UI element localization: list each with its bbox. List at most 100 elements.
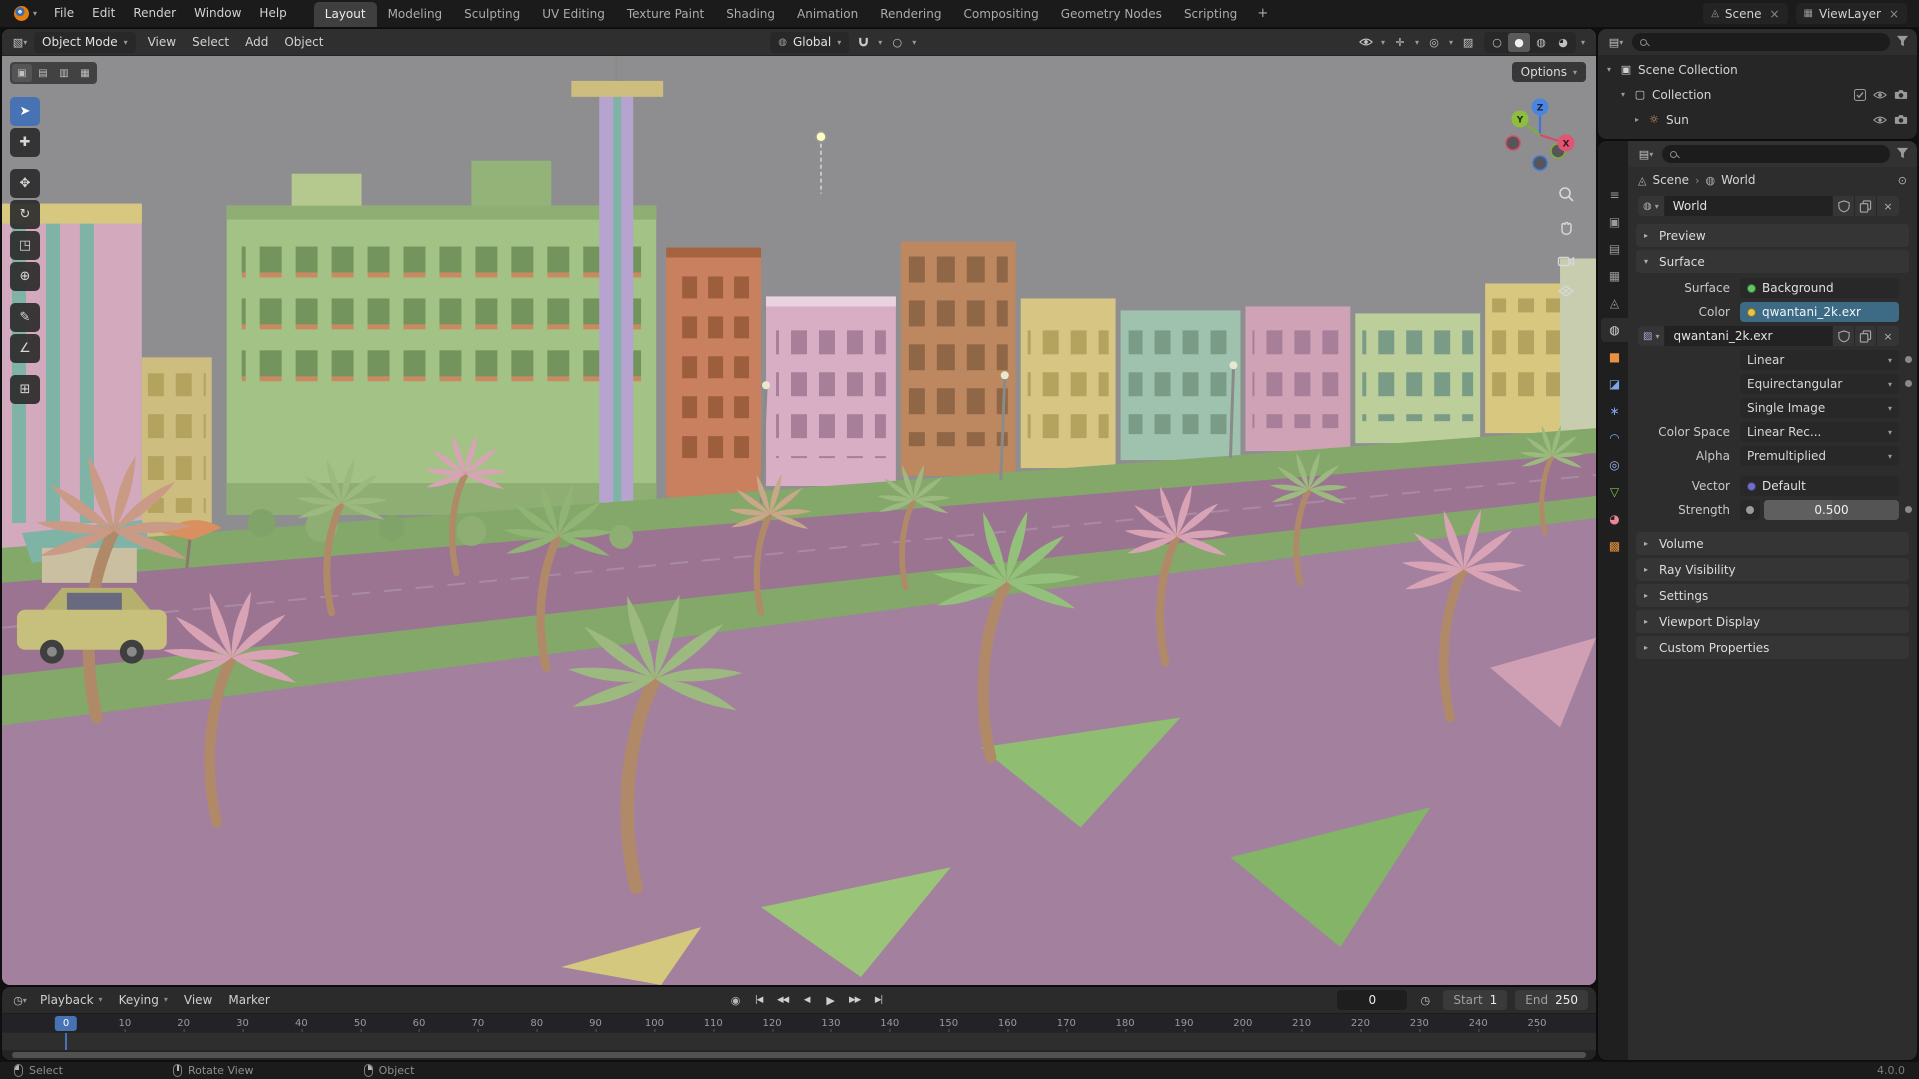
properties-tab-view-layer[interactable]: ▦ [1601,264,1628,288]
vector-input-button[interactable]: Default [1740,476,1899,496]
image-name-field[interactable]: qwantani_2k.exr [1665,326,1833,346]
workspace-tab-shading[interactable]: Shading [715,2,786,27]
current-frame-field[interactable]: 0 [1337,990,1408,1010]
gizmos-toggle-icon[interactable]: ✛ [1390,32,1410,53]
outliner-row-scene-collection[interactable]: ▾ ▣ Scene Collection [1598,57,1917,82]
copy-datablock-icon[interactable] [1855,196,1877,216]
properties-tab-world[interactable]: ◍ [1601,318,1628,342]
properties-tab-material[interactable]: ◕ [1601,507,1628,531]
properties-search-input[interactable] [1683,148,1882,160]
mode-dropdown[interactable]: Object Mode ▾ [34,31,136,53]
select-extend-button[interactable]: ▤ [33,64,53,82]
workspace-tab-modeling[interactable]: Modeling [377,2,454,27]
outliner-row-sun[interactable]: ▸ ☼ Sun [1598,107,1917,132]
unlink-scene-icon[interactable]: × [1767,7,1779,21]
outliner-search-input[interactable] [1653,36,1882,48]
viewlayer-selector[interactable]: ▦ ViewLayer × [1795,3,1907,24]
viewport-menu-view[interactable]: View [140,29,184,56]
breadcrumb-scene[interactable]: Scene [1652,173,1689,187]
shading-wireframe-button[interactable]: ○ [1486,33,1508,52]
workspace-tab-sculpting[interactable]: Sculpting [453,2,531,27]
viewport-menu-select[interactable]: Select [184,29,237,56]
animate-decorator-icon[interactable] [1905,506,1912,513]
remove-viewlayer-icon[interactable]: × [1887,7,1899,21]
fake-user-shield-icon[interactable] [1833,326,1855,346]
shading-dropdown[interactable]: ▾ [1578,32,1588,53]
overlays-toggle-icon[interactable]: ◎ [1424,32,1444,53]
workspace-tab-animation[interactable]: Animation [786,2,869,27]
interpolation-dropdown[interactable]: Linear ▾ [1740,350,1899,370]
outliner-row-collection[interactable]: ▾ ▢ Collection [1598,82,1917,107]
auto-keying-toggle[interactable]: ◉ [726,990,746,1010]
viewport-menu-add[interactable]: Add [237,29,276,56]
transport-play-reverse[interactable]: ◀ [796,990,818,1010]
timeline-ruler[interactable]: 0 10 20 30 40 50 60 70 80 90 100 110 120 130 140 150 16… [2,1013,1596,1032]
snap-magnet-icon[interactable] [853,32,873,53]
browse-world-button[interactable]: ◍ ▾ [1638,196,1665,216]
workspace-tab-compositing[interactable]: Compositing [952,2,1049,27]
eye-icon[interactable] [1873,90,1887,100]
properties-tab-constraints[interactable]: ◎ [1601,453,1628,477]
add-workspace-button[interactable]: + [1248,6,1277,21]
transport-next-keyframe[interactable]: ▶▶ [844,990,866,1010]
panel-header-custom-properties[interactable]: ▸ Custom Properties [1636,636,1909,659]
tool-add-cube[interactable]: ⊞ [10,375,40,404]
properties-tab-physics[interactable]: ◠ [1601,426,1628,450]
3d-viewport[interactable]: ▧ ▾ Object Mode ▾ View Select Add Object ◍ Gl… [1,28,1597,986]
proportional-editing-icon[interactable]: ○ [887,32,907,53]
transport-prev-keyframe[interactable]: ◀◀ [772,990,794,1010]
editor-type-icon[interactable]: ◷ ▾ [10,990,30,1011]
expand-icon[interactable]: ▾ [1604,65,1614,74]
gizmo-neg-x[interactable] [1505,135,1521,151]
timeline-track[interactable] [2,1032,1596,1050]
panel-header-ray-visibility[interactable]: ▸ Ray Visibility [1636,558,1909,581]
alpha-dropdown[interactable]: Premultiplied ▾ [1740,446,1899,466]
menu-help[interactable]: Help [250,0,295,27]
camera-view-icon[interactable] [1557,253,1575,271]
zoom-icon[interactable] [1557,185,1575,206]
shading-material-preview-button[interactable]: ◍ [1530,33,1552,52]
viewport-menu-object[interactable]: Object [276,29,331,56]
tool-measure[interactable]: ∠ [10,334,40,363]
color-space-dropdown[interactable]: Linear Rec... ▾ [1740,422,1899,442]
camera-icon[interactable] [1894,89,1908,100]
browse-image-button[interactable]: ▨ ▾ [1638,326,1666,346]
pin-icon[interactable]: ⊙ [1898,174,1907,187]
menu-window[interactable]: Window [185,0,250,27]
timeline-menu-view[interactable]: View [176,987,220,1013]
shading-rendered-button[interactable]: ◕ [1552,33,1574,52]
playhead[interactable]: 0 [54,1016,78,1031]
eye-icon[interactable] [1873,115,1887,125]
options-button[interactable]: Options ▾ [1511,62,1586,82]
animate-decorator-icon[interactable] [1905,356,1912,363]
scene-selector[interactable]: ◬ Scene × [1703,3,1788,24]
timeline-menu-marker[interactable]: Marker [220,987,277,1013]
properties-tab-tool[interactable]: ≡ [1601,183,1628,207]
viewport-scene[interactable] [2,29,1596,985]
object-types-dropdown[interactable]: ▾ [1378,32,1388,53]
tool-scale[interactable]: ◳ [10,231,40,260]
menu-edit[interactable]: Edit [83,0,124,27]
workspace-tab-rendering[interactable]: Rendering [869,2,952,27]
editor-type-icon[interactable]: ▧ ▾ [10,32,30,53]
show-object-types-icon[interactable] [1356,32,1376,53]
properties-tab-output[interactable]: ▤ [1601,237,1628,261]
panel-header-volume[interactable]: ▸ Volume [1636,532,1909,555]
start-frame-field[interactable]: Start 1 [1443,990,1508,1010]
tool-tweak-select[interactable]: ➤ [10,97,40,126]
tool-cursor[interactable]: ✚ [10,128,40,157]
keying-clock-icon[interactable]: ◷ [1415,990,1435,1011]
transport-jump-to-start[interactable]: |◀ [748,990,770,1010]
workspace-tab-uv-editing[interactable]: UV Editing [531,2,616,27]
properties-tab-scene[interactable]: ◬ [1601,291,1628,315]
overlays-dropdown[interactable]: ▾ [1446,32,1456,53]
tool-transform[interactable]: ⊕ [10,262,40,291]
camera-icon[interactable] [1894,114,1908,125]
tool-annotate[interactable]: ✎ [10,303,40,332]
shading-solid-button[interactable]: ● [1508,32,1531,52]
unlink-world-icon[interactable]: × [1877,196,1899,216]
transport-jump-to-end[interactable]: ▶| [868,990,890,1010]
panel-header-viewport-display[interactable]: ▸ Viewport Display [1636,610,1909,633]
properties-search[interactable] [1662,145,1890,163]
timeline-menu-playback[interactable]: Playback ▾ [32,987,111,1013]
